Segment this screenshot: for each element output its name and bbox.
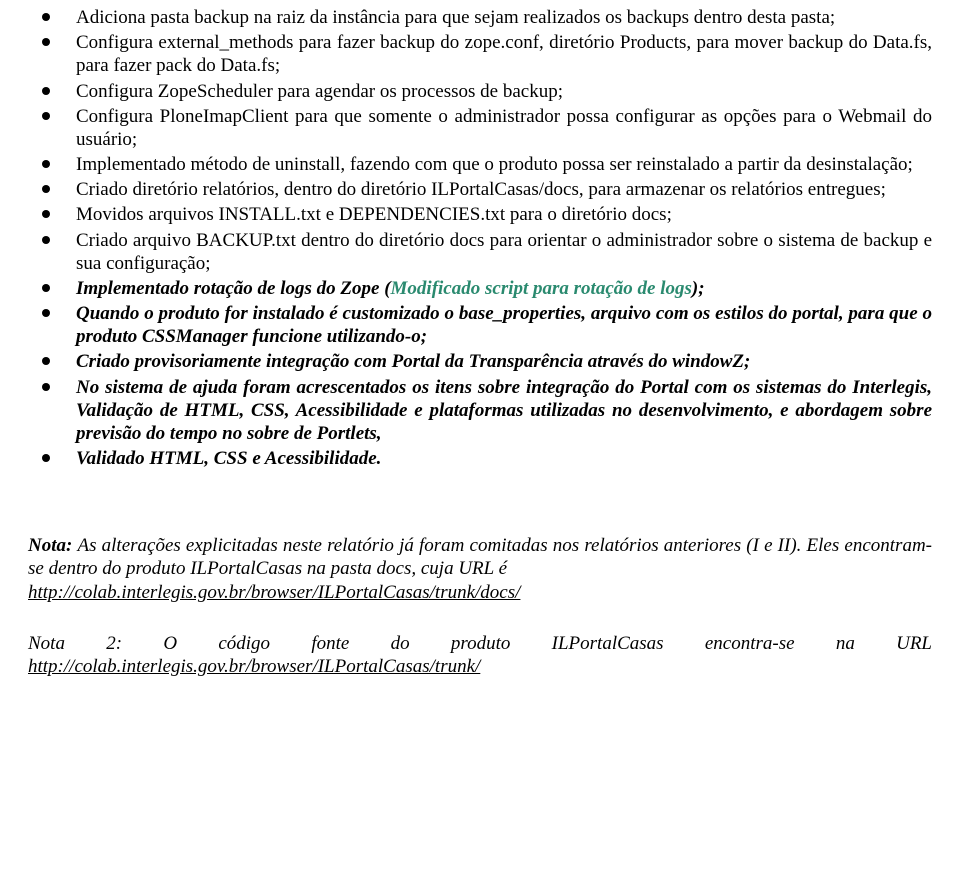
link-text: http://colab.interlegis.gov.br/browser/I… [28, 656, 480, 677]
list-item: Configura PloneImapClient para que somen… [28, 105, 932, 151]
note-block: Nota: As alterações explicitadas neste r… [28, 534, 932, 604]
list-item: Configura ZopeScheduler para agendar os … [28, 80, 932, 103]
text-run: ); [692, 278, 705, 299]
list-item: Adiciona pasta backup na raiz da instânc… [28, 6, 932, 29]
list-item: Configura external_methods para fazer ba… [28, 31, 932, 77]
text-run: Implementado rotação de logs do Zope ( [76, 278, 391, 299]
list-item: Quando o produto for instalado é customi… [28, 302, 932, 348]
list-item: Criado diretório relatórios, dentro do d… [28, 178, 932, 201]
text-run-highlight: Modificado script para rotação de logs [391, 278, 692, 299]
note-line: Nota 2: O código fonte do produto ILPort… [28, 632, 932, 655]
list-item: Implementado método de uninstall, fazend… [28, 153, 932, 176]
list-item: No sistema de ajuda foram acrescentados … [28, 376, 932, 446]
note-block: Nota 2: O código fonte do produto ILPort… [28, 632, 932, 678]
note-label: Nota: [28, 535, 77, 556]
list-item: Criado arquivo BACKUP.txt dentro do dire… [28, 229, 932, 275]
note-body: As alterações explicitadas neste relatór… [28, 535, 932, 579]
list-item: Movidos arquivos INSTALL.txt e DEPENDENC… [28, 203, 932, 226]
link-text: http://colab.interlegis.gov.br/browser/I… [28, 582, 520, 603]
list-item: Validado HTML, CSS e Acessibilidade. [28, 447, 932, 470]
list-item: Implementado rotação de logs do Zope (Mo… [28, 277, 932, 300]
bullet-list: Adiciona pasta backup na raiz da instânc… [28, 6, 932, 470]
list-item: Criado provisoriamente integração com Po… [28, 350, 932, 373]
